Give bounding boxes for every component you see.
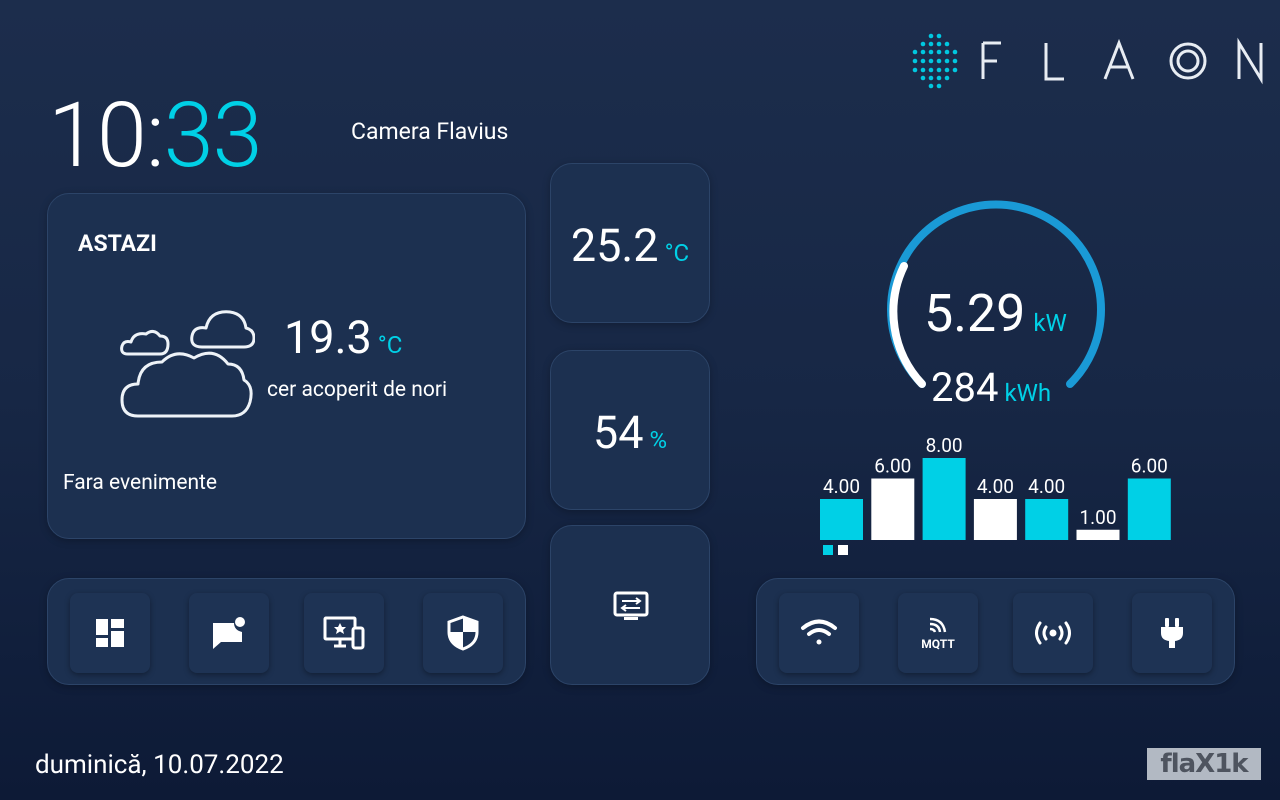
energy-reading: 284 kWh	[931, 366, 1051, 415]
energy-bar-label: 6.00	[1131, 455, 1168, 478]
messages-button[interactable]	[189, 593, 269, 673]
mqtt-label: MQTT	[921, 637, 955, 651]
room-humidity: 54%	[551, 408, 709, 465]
legend-swatch	[838, 545, 848, 555]
energy-bar-label: 8.00	[926, 434, 963, 457]
weather-card[interactable]: ASTAZI 19.3 °C cer acoperit de nori Fara …	[47, 193, 526, 539]
connectivity-bar: MQTT	[756, 578, 1235, 685]
energy-bar	[1025, 499, 1069, 540]
energy-bar	[1076, 529, 1120, 540]
energy-bar-label: 1.00	[1079, 506, 1116, 529]
energy-bar-label: 4.00	[977, 475, 1014, 498]
energy-value: 284	[931, 364, 999, 411]
watermark: flaX1k	[1147, 748, 1261, 780]
energy-unit: kWh	[1004, 379, 1052, 407]
screen-settings-button[interactable]	[550, 525, 710, 685]
broadcast-icon	[1035, 621, 1071, 645]
power-reading: 5.29 kW	[924, 285, 1067, 352]
mqtt-icon: MQTT	[921, 616, 955, 650]
energy-bar	[922, 458, 966, 540]
clock-hours: 10:	[48, 83, 165, 188]
room-humidity-value: 54	[592, 406, 644, 459]
current-date: duminică, 10.07.2022	[35, 750, 284, 780]
energy-bar	[820, 499, 863, 540]
quick-actions-bar	[47, 578, 526, 685]
room-temperature-unit: °C	[664, 239, 690, 267]
gauge-fill	[889, 262, 926, 388]
broadcast-button[interactable]	[1013, 593, 1093, 673]
devices-icon	[323, 616, 365, 650]
power-unit: kW	[1033, 309, 1067, 337]
wifi-icon	[801, 619, 837, 645]
weather-title: ASTAZI	[78, 230, 157, 257]
dashboard-button[interactable]	[70, 593, 150, 673]
humidity-card[interactable]: 54%	[550, 350, 710, 510]
energy-bar	[871, 478, 915, 540]
power-button[interactable]	[1132, 593, 1212, 673]
room-humidity-unit: %	[649, 426, 668, 454]
weather-temperature-unit: °C	[377, 331, 403, 359]
weather-temperature: 19.3 °C	[284, 312, 402, 371]
room-temperature: 25.2 °C	[551, 221, 709, 278]
legend-swatch	[823, 545, 833, 555]
devices-button[interactable]	[304, 593, 384, 673]
power-value: 5.29	[924, 283, 1026, 344]
dashboard-icon	[96, 619, 124, 647]
energy-bar-label: 4.00	[823, 475, 860, 498]
power-plug-icon	[1161, 618, 1183, 648]
energy-bar	[1127, 478, 1171, 540]
notification-message-icon	[213, 617, 245, 649]
energy-bar-chart: 4.00 6.00 8.00 4.00 4.00 1.00 6.00	[820, 434, 1171, 555]
clock: 10:33	[48, 83, 263, 188]
security-shield-icon	[447, 615, 479, 651]
weather-description: cer acoperit de nori	[267, 378, 448, 402]
events-text: Fara evenimente	[63, 471, 218, 495]
wifi-button[interactable]	[779, 593, 859, 673]
weather-temperature-value: 19.3	[284, 311, 372, 364]
room-name: Camera Flavius	[351, 118, 509, 145]
screen-settings-icon	[613, 591, 649, 620]
energy-bar	[973, 499, 1017, 540]
logo-wordmark	[981, 37, 1263, 85]
room-temperature-value: 25.2	[570, 219, 659, 272]
brand-logo	[912, 33, 1263, 89]
security-button[interactable]	[423, 593, 503, 673]
clock-minutes: 33	[163, 83, 263, 188]
mqtt-button[interactable]: MQTT	[898, 593, 978, 673]
logo-dots-icon	[912, 33, 958, 89]
temperature-card[interactable]: 25.2 °C	[550, 163, 710, 323]
cloudy-icon	[120, 310, 255, 418]
energy-bar-label: 6.00	[874, 455, 911, 478]
energy-bar-label: 4.00	[1028, 475, 1065, 498]
